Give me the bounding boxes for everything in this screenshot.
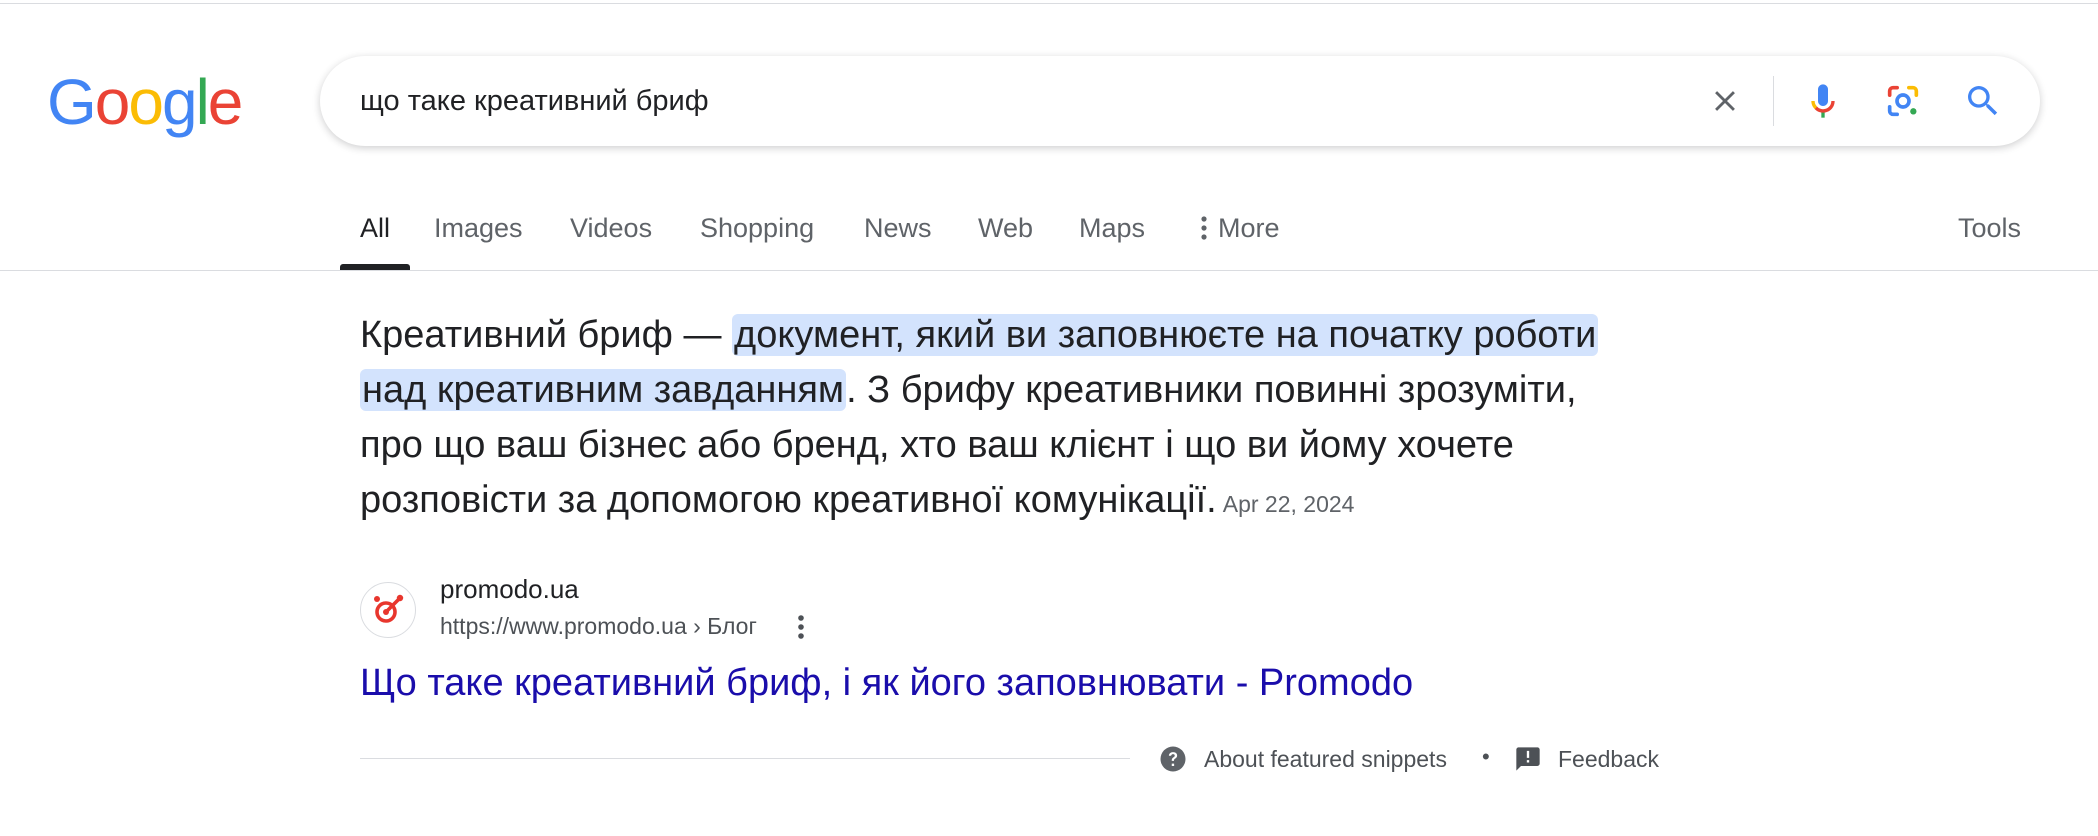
snippet-highlight: над креативним завданням bbox=[360, 369, 847, 411]
about-label: About featured snippets bbox=[1204, 745, 1447, 772]
logo-letter: o bbox=[94, 66, 131, 138]
tab-more-label: More bbox=[1218, 213, 1280, 243]
tab-news[interactable]: News bbox=[864, 200, 932, 272]
site-url[interactable]: https://www.promodo.ua › Блог bbox=[440, 613, 757, 640]
google-logo[interactable]: Google bbox=[47, 66, 244, 138]
logo-letter: g bbox=[161, 66, 198, 138]
result-options-icon[interactable] bbox=[786, 610, 816, 644]
tab-maps[interactable]: Maps bbox=[1079, 200, 1145, 272]
tab-web[interactable]: Web bbox=[978, 200, 1033, 272]
microphone-icon[interactable] bbox=[1799, 77, 1847, 125]
logo-letter: G bbox=[47, 66, 97, 138]
result-title-link[interactable]: Що таке креативний бриф, і як його запов… bbox=[360, 658, 1413, 708]
logo-letter: e bbox=[207, 66, 244, 138]
snippet-highlight: документ, який ви заповнюєте на початку … bbox=[732, 314, 1599, 356]
search-icon[interactable] bbox=[1959, 77, 2007, 125]
footer-separator: • bbox=[1482, 744, 1490, 769]
tools-button[interactable]: Tools bbox=[1958, 200, 2021, 256]
clear-icon[interactable] bbox=[1701, 77, 1749, 125]
search-input[interactable] bbox=[360, 56, 1660, 146]
featured-snippet-text: Креативний бриф — документ, який ви запо… bbox=[360, 308, 1680, 532]
snippet-date: Apr 22, 2024 bbox=[1222, 491, 1355, 517]
snippet-text: про що ваш бізнес або бренд, хто ваш клі… bbox=[360, 424, 1514, 466]
tabs-divider bbox=[0, 270, 2098, 271]
top-divider bbox=[0, 3, 2098, 4]
snippet-text: . З брифу креативники повинні зрозуміти, bbox=[846, 369, 1577, 411]
footer-divider bbox=[360, 758, 1130, 759]
help-icon bbox=[1158, 744, 1188, 774]
tab-shopping[interactable]: Shopping bbox=[700, 200, 814, 272]
tab-videos[interactable]: Videos bbox=[570, 200, 652, 272]
snippet-text: розповісти за допомогою креативної комун… bbox=[360, 479, 1217, 521]
feedback-label: Feedback bbox=[1558, 745, 1660, 772]
tab-images[interactable]: Images bbox=[434, 200, 523, 272]
kebab-icon bbox=[1200, 215, 1208, 241]
search-box bbox=[320, 56, 2040, 146]
tab-more[interactable]: More bbox=[1200, 200, 1280, 256]
feedback-link[interactable]: Feedback bbox=[1514, 742, 1659, 776]
logo-letter: o bbox=[128, 66, 164, 138]
snippet-lead: Креативний бриф — bbox=[360, 314, 733, 356]
tab-all[interactable]: All bbox=[360, 200, 390, 272]
about-featured-snippets-link[interactable]: About featured snippets bbox=[1158, 742, 1447, 776]
lens-icon[interactable] bbox=[1879, 77, 1927, 125]
site-name[interactable]: promodo.ua bbox=[440, 574, 579, 605]
feedback-icon bbox=[1514, 745, 1542, 773]
logo-letter: l bbox=[195, 66, 210, 138]
promodo-logo-icon[interactable] bbox=[360, 582, 416, 638]
search-divider bbox=[1773, 76, 1774, 126]
